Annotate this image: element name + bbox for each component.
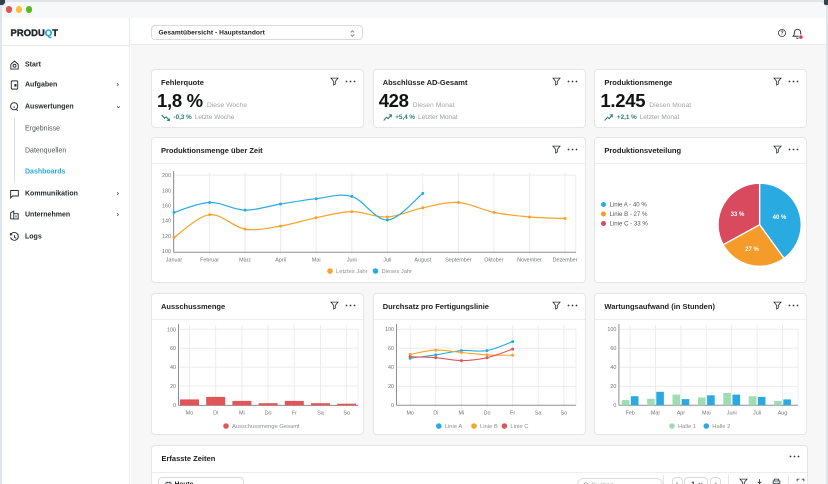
- svg-text:100: 100: [167, 327, 176, 333]
- svg-text:120: 120: [162, 234, 171, 240]
- svg-text:40: 40: [388, 365, 394, 371]
- svg-text:So: So: [343, 410, 350, 416]
- svg-text:Mai: Mai: [702, 410, 711, 416]
- svg-text:Linie A - 40 %: Linie A - 40 %: [610, 202, 648, 209]
- svg-text:100: 100: [162, 249, 171, 255]
- svg-text:?: ?: [780, 31, 783, 37]
- svg-text:Feb: Feb: [626, 410, 635, 416]
- svg-text:Linie C - 33 %: Linie C - 33 %: [610, 221, 649, 228]
- svg-text:60: 60: [611, 346, 617, 352]
- svg-text:Apr: Apr: [677, 410, 686, 416]
- svg-text:Halle 1: Halle 1: [678, 424, 696, 430]
- svg-text:November: November: [517, 258, 542, 264]
- svg-text:160: 160: [162, 204, 171, 210]
- svg-text:Linie B: Linie B: [480, 424, 498, 430]
- svg-text:200: 200: [162, 173, 171, 179]
- svg-text:Di: Di: [213, 410, 218, 416]
- svg-text:Ausschussmenge Gesamt: Ausschussmenge Gesamt: [232, 424, 300, 430]
- svg-text:Mi: Mi: [239, 410, 245, 416]
- svg-text:Juli: Juli: [383, 258, 391, 264]
- svg-text:April: April: [275, 258, 286, 264]
- svg-text:40: 40: [170, 365, 176, 371]
- svg-text:Halle 2: Halle 2: [713, 424, 731, 430]
- svg-text:Sa: Sa: [317, 410, 324, 416]
- svg-text:100: 100: [385, 327, 394, 333]
- svg-text:140: 140: [162, 219, 171, 225]
- svg-text:Juni: Juni: [727, 410, 737, 416]
- svg-text:Mo: Mo: [186, 410, 194, 416]
- svg-text:Januar: Januar: [166, 258, 183, 264]
- svg-text:27 %: 27 %: [746, 247, 760, 253]
- svg-text:20: 20: [611, 384, 617, 390]
- svg-text:0: 0: [614, 403, 617, 409]
- svg-text:Linie B - 27 %: Linie B - 27 %: [610, 211, 649, 218]
- svg-text:180: 180: [162, 189, 171, 195]
- svg-text:40 %: 40 %: [773, 215, 787, 221]
- svg-text:Februar: Februar: [200, 258, 219, 264]
- svg-text:Mo: Mo: [406, 410, 414, 416]
- svg-text:März: März: [239, 258, 251, 264]
- svg-text:Do: Do: [265, 410, 272, 416]
- svg-text:Juni: Juni: [347, 258, 357, 264]
- svg-text:So: So: [560, 410, 567, 416]
- svg-text:20: 20: [388, 384, 394, 390]
- svg-text:Sa: Sa: [535, 410, 542, 416]
- svg-text:Oktober: Oktober: [484, 258, 503, 264]
- svg-text:40: 40: [611, 365, 617, 371]
- svg-text:Di: Di: [433, 410, 438, 416]
- svg-text:Fr: Fr: [510, 410, 515, 416]
- svg-text:Dezember: Dezember: [553, 258, 578, 264]
- svg-text:Mar: Mar: [651, 410, 660, 416]
- svg-text:Mai: Mai: [312, 258, 321, 264]
- svg-text:September: September: [445, 258, 472, 264]
- svg-text:Dieses Jahr: Dieses Jahr: [382, 269, 413, 275]
- svg-text:33 %: 33 %: [731, 212, 745, 218]
- svg-text:Fr: Fr: [292, 410, 297, 416]
- svg-text:0: 0: [173, 402, 176, 408]
- svg-text:60: 60: [170, 346, 176, 352]
- svg-text:Linie A: Linie A: [444, 424, 462, 430]
- svg-text:100: 100: [608, 327, 617, 333]
- svg-text:August: August: [414, 258, 431, 264]
- svg-text:Juli: Juli: [753, 410, 761, 416]
- svg-text:Letztes Jahr: Letztes Jahr: [336, 269, 368, 275]
- svg-text:Do: Do: [483, 410, 490, 416]
- svg-text:0: 0: [391, 403, 394, 409]
- svg-text:Linie C: Linie C: [510, 424, 528, 430]
- svg-text:Mi: Mi: [458, 410, 464, 416]
- svg-text:60: 60: [388, 346, 394, 352]
- svg-text:Aug: Aug: [778, 410, 788, 416]
- svg-text:20: 20: [170, 384, 176, 390]
